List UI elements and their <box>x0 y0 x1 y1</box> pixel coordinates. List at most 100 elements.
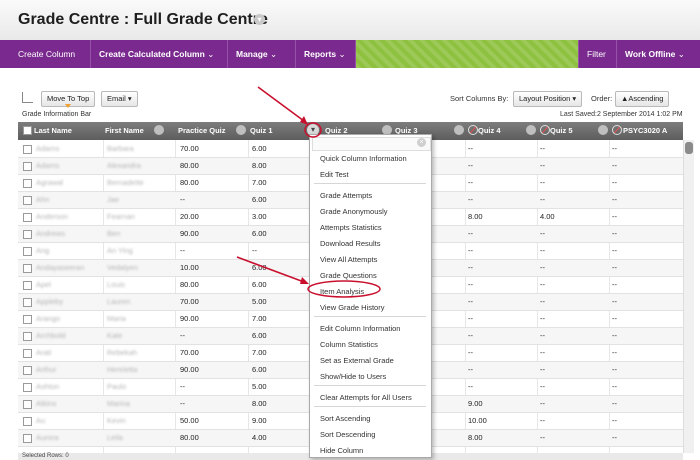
cell-quiz-5[interactable]: -- <box>540 243 545 259</box>
cell-first-name[interactable]: Ben <box>107 226 120 242</box>
cell-last-name[interactable]: Ang <box>36 243 49 259</box>
cell-quiz-1[interactable]: 6.00 <box>252 226 267 242</box>
cell-practice-quiz[interactable]: 90.00 <box>180 226 199 242</box>
order-ascending-button[interactable]: ▲Ascending <box>615 91 670 107</box>
cell-quiz-5[interactable]: -- <box>540 175 545 191</box>
cell-last-name[interactable]: Ashton <box>36 379 59 395</box>
cell-last-name[interactable]: Agrawal <box>36 175 63 191</box>
cell-quiz-1[interactable]: 6.00 <box>252 192 267 208</box>
cell-quiz-5[interactable]: -- <box>540 158 545 174</box>
column-options-icon[interactable] <box>236 125 246 135</box>
menu-item-edit-test[interactable]: Edit Test <box>320 170 349 179</box>
column-header-first-name[interactable]: First Name <box>105 122 144 140</box>
cell-quiz-5[interactable]: -- <box>540 345 545 361</box>
select-all-checkbox[interactable] <box>23 126 32 135</box>
cell-first-name[interactable]: Maria <box>107 311 126 327</box>
row-checkbox[interactable] <box>23 162 32 171</box>
menu-item-grade-attempts[interactable]: Grade Attempts <box>320 191 372 200</box>
cell-quiz-1[interactable]: 5.00 <box>252 379 267 395</box>
cell-quiz-1[interactable]: 7.00 <box>252 175 267 191</box>
cell-psyc3020[interactable]: -- <box>612 413 617 429</box>
cell-quiz-1[interactable]: -- <box>252 243 257 259</box>
cell-last-name[interactable]: Archbold <box>36 328 66 344</box>
email-menu[interactable]: Email ▾ <box>101 91 138 107</box>
row-checkbox[interactable] <box>23 247 32 256</box>
cell-last-name[interactable]: Andrews <box>36 226 65 242</box>
cell-last-name[interactable]: Adams <box>36 141 59 157</box>
cell-last-name[interactable]: Anderson <box>36 209 68 225</box>
menu-item-attempts-statistics[interactable]: Attempts Statistics <box>320 223 382 232</box>
cell-practice-quiz[interactable]: 80.00 <box>180 430 199 446</box>
cell-quiz-5[interactable]: -- <box>540 379 545 395</box>
cell-quiz-1[interactable]: 3.00 <box>252 209 267 225</box>
cell-first-name[interactable]: Bernadette <box>107 175 144 191</box>
row-checkbox[interactable] <box>23 179 32 188</box>
cell-quiz-1[interactable]: 6.00 <box>252 141 267 157</box>
cell-quiz-1[interactable]: 6.00 <box>252 277 267 293</box>
row-checkbox[interactable] <box>23 366 32 375</box>
cell-quiz-4[interactable]: -- <box>468 311 473 327</box>
column-header-quiz-1[interactable]: Quiz 1 <box>250 122 273 140</box>
menu-item-view-grade-history[interactable]: View Grade History <box>320 303 384 312</box>
row-checkbox[interactable] <box>23 417 32 426</box>
cell-practice-quiz[interactable]: 70.00 <box>180 345 199 361</box>
cell-quiz-4[interactable]: 10.00 <box>468 413 487 429</box>
row-checkbox[interactable] <box>23 400 32 409</box>
cell-first-name[interactable]: Barbara <box>107 141 134 157</box>
row-checkbox[interactable] <box>23 264 32 273</box>
cell-psyc3020[interactable]: -- <box>612 379 617 395</box>
cell-quiz-1[interactable]: 6.00 <box>252 328 267 344</box>
cell-first-name[interactable]: Rebekah <box>107 345 137 361</box>
cell-quiz-1[interactable]: 5.00 <box>252 294 267 310</box>
cell-first-name[interactable]: Kevin <box>107 413 126 429</box>
manage-menu[interactable]: Manage ⌄ <box>228 40 296 68</box>
cell-last-name[interactable]: Aurora <box>36 430 59 446</box>
cell-last-name[interactable]: Apel <box>36 277 51 293</box>
cell-last-name[interactable]: Arati <box>36 345 51 361</box>
cell-psyc3020[interactable]: -- <box>612 158 617 174</box>
cell-last-name[interactable]: Appleby <box>36 294 63 310</box>
cell-psyc3020[interactable]: -- <box>612 226 617 242</box>
sort-columns-select[interactable]: Layout Position ▾ <box>513 91 583 107</box>
row-checkbox[interactable] <box>23 383 32 392</box>
cell-psyc3020[interactable]: -- <box>612 243 617 259</box>
cell-last-name[interactable]: Au <box>36 413 45 429</box>
cell-quiz-5[interactable]: -- <box>540 192 545 208</box>
cell-quiz-4[interactable]: -- <box>468 277 473 293</box>
cell-quiz-1[interactable]: 8.00 <box>252 158 267 174</box>
menu-item-column-statistics[interactable]: Column Statistics <box>320 340 378 349</box>
menu-item-quick-column-information[interactable]: Quick Column Information <box>320 154 407 163</box>
cell-practice-quiz[interactable]: -- <box>180 328 185 344</box>
cell-quiz-4[interactable]: -- <box>468 328 473 344</box>
cell-last-name[interactable]: Atkins <box>36 396 56 412</box>
cell-quiz-1[interactable]: 4.00 <box>252 430 267 446</box>
cell-practice-quiz[interactable]: 80.00 <box>180 158 199 174</box>
cell-quiz-4[interactable]: -- <box>468 158 473 174</box>
cell-quiz-4[interactable]: -- <box>468 379 473 395</box>
cell-quiz-4[interactable]: -- <box>468 362 473 378</box>
cell-first-name[interactable]: Vedalyen <box>107 260 138 276</box>
cell-psyc3020[interactable]: -- <box>612 175 617 191</box>
vertical-scrollbar[interactable] <box>683 140 694 453</box>
cell-quiz-1[interactable]: 7.00 <box>252 311 267 327</box>
menu-item-sort-ascending[interactable]: Sort Ascending <box>320 414 370 423</box>
menu-item-item-analysis[interactable]: Item Analysis <box>320 287 364 296</box>
cell-psyc3020[interactable]: -- <box>612 260 617 276</box>
cell-quiz-5[interactable]: -- <box>540 396 545 412</box>
cell-first-name[interactable]: Jae <box>107 192 119 208</box>
cell-practice-quiz[interactable]: -- <box>180 396 185 412</box>
column-header-last-name[interactable]: Last Name <box>34 122 72 140</box>
reports-menu[interactable]: Reports ⌄ <box>296 40 356 68</box>
cell-quiz-4[interactable]: -- <box>468 175 473 191</box>
menu-item-show-hide-to-users[interactable]: Show/Hide to Users <box>320 372 386 381</box>
row-checkbox[interactable] <box>23 332 32 341</box>
cell-quiz-4[interactable]: -- <box>468 226 473 242</box>
cell-quiz-4[interactable]: 8.00 <box>468 209 483 225</box>
create-calculated-column-menu[interactable]: Create Calculated Column ⌄ <box>91 40 228 68</box>
cell-psyc3020[interactable]: -- <box>612 209 617 225</box>
cell-quiz-1[interactable]: 6.00 <box>252 362 267 378</box>
cell-practice-quiz[interactable]: 70.00 <box>180 294 199 310</box>
column-options-icon[interactable] <box>526 125 536 135</box>
cell-quiz-5[interactable]: -- <box>540 328 545 344</box>
cell-first-name[interactable]: Lauren <box>107 294 130 310</box>
